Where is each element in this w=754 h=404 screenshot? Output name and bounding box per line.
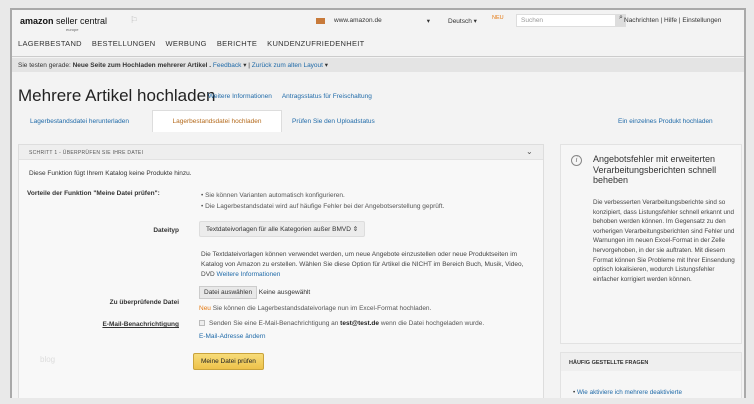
main-nav: LAGERBESTAND BESTELLUNGEN WERBUNG BERICH… (18, 39, 365, 48)
email-label: E-Mail-Benachrichtigung (102, 321, 179, 328)
tab-upload-status[interactable]: Prüfen Sie den Uploadstatus (292, 118, 375, 125)
marketplace-select[interactable]: www.amazon.de ▾ (332, 15, 432, 26)
new-note: Neu Sie können die Lagerbestandsdateivor… (199, 305, 431, 312)
info-title: Angebotsfehler mit erweiterten Verarbeit… (593, 154, 717, 185)
test-page: Neue Seite zum Hochladen mehrerer Artike… (72, 62, 212, 69)
logo[interactable]: amazon seller central europe (20, 16, 107, 32)
info-icon: i (571, 155, 582, 166)
nav-performance[interactable]: KUNDENZUFRIEDENHEIT (267, 39, 364, 48)
info-box: i Angebotsfehler mit erweiterten Verarbe… (560, 144, 742, 344)
new-note-text: Sie können die Lagerbestandsdateivorlage… (212, 305, 432, 312)
email-text1: Senden Sie eine E-Mail-Benachrichtigung … (209, 320, 339, 327)
step-panel: SCHRITT 1 - ÜBERPRÜFEN SIE IHRE DATEI ⌄ D… (18, 144, 544, 398)
faq-item[interactable]: • Wie aktiviere ich mehrere deaktivierte (573, 389, 682, 396)
flag-icon[interactable]: ⚐ (130, 15, 138, 26)
chevron-down-icon[interactable]: ⌄ (526, 147, 533, 156)
title-links: Weitere Informationen Antragsstatus für … (208, 93, 372, 100)
single-product-link[interactable]: Ein einzelnes Produkt hochladen (618, 118, 713, 125)
approval-status-link[interactable]: Antragsstatus für Freischaltung (282, 93, 372, 100)
settings-link[interactable]: Einstellungen (682, 17, 721, 24)
benefits-label: Vorteile der Funktion "Meine Datei prüfe… (27, 190, 160, 197)
top-links: Nachrichten | Hilfe | Einstellungen (624, 17, 722, 24)
filetype-label: Dateityp (153, 227, 179, 234)
check-file-button[interactable]: Meine Datei prüfen (193, 353, 264, 370)
file-none: Keine ausgewählt (258, 289, 311, 296)
tab-download-inventory[interactable]: Lagerbestandsdatei herunterladen (30, 118, 129, 125)
email-text2: wenn die Datei hochgeladen wurde. (380, 320, 485, 327)
tab-upload-inventory[interactable]: Lagerbestandsdatei hochladen (152, 110, 282, 132)
more-info-link[interactable]: Weitere Informationen (217, 271, 281, 278)
language-select[interactable]: Deutsch ▾ (446, 15, 490, 26)
benefit-text: Sie können Varianten automatisch konfigu… (205, 192, 345, 199)
change-email-link[interactable]: E-Mail-Adresse ändern (199, 333, 265, 340)
step-header[interactable]: SCHRITT 1 - ÜBERPRÜFEN SIE IHRE DATEI ⌄ (19, 145, 543, 160)
marketplace-value: www.amazon.de (334, 17, 382, 24)
faq-box: HÄUFIG GESTELLTE FRAGEN • Wie aktiviere … (560, 352, 742, 398)
nav-reports[interactable]: BERICHTE (217, 39, 257, 48)
intro-text: Diese Funktion fügt Ihrem Katalog keine … (29, 170, 192, 177)
faq-title: HÄUFIG GESTELLTE FRAGEN (561, 353, 741, 371)
benefit-item: • Die Lagerbestandsdatei wird auf häufig… (201, 203, 445, 210)
info-text: Die verbesserten Verarbeitungsberichte s… (593, 199, 735, 283)
email-checkbox[interactable] (199, 320, 205, 327)
divider (12, 56, 744, 57)
choose-file-button[interactable]: Datei auswählen (199, 286, 258, 299)
filetype-value: Textdateivorlagen für alle Kategorien au… (206, 226, 351, 233)
test-prefix: Sie testen gerade: (18, 62, 71, 69)
watermark: blog (40, 355, 56, 364)
feedback-link[interactable]: Feedback (213, 62, 242, 69)
page-frame: amazon seller central europe ⚐ www.amazon… (10, 8, 746, 398)
benefits-list: • Sie können Varianten automatisch konfi… (201, 190, 444, 212)
page-title: Mehrere Artikel hochladen (18, 86, 216, 105)
nav-advertising[interactable]: WERBUNG (166, 39, 207, 48)
new-label: Neu (199, 305, 211, 312)
nav-orders[interactable]: BESTELLUNGEN (92, 39, 156, 48)
test-banner: Sie testen gerade: Neue Seite zum Hochla… (12, 58, 744, 72)
logo-sub: europe (66, 27, 79, 32)
new-badge: NEU (492, 15, 504, 21)
help-link[interactable]: Hilfe (664, 17, 677, 24)
email-address: test@test.de (340, 320, 380, 327)
file-label: Zu überprüfende Datei (109, 299, 179, 306)
file-picker: Datei auswählen Keine ausgewählt (199, 286, 311, 299)
messages-link[interactable]: Nachrichten (624, 17, 659, 24)
more-info-link[interactable]: Weitere Informationen (208, 93, 272, 100)
language-value: Deutsch (448, 18, 472, 25)
benefit-item: • Sie können Varianten automatisch konfi… (201, 192, 345, 199)
email-option: Senden Sie eine E-Mail-Benachrichtigung … (199, 320, 484, 327)
benefit-text: Die Lagerbestandsdatei wird auf häufige … (205, 203, 445, 210)
nav-inventory[interactable]: LAGERBESTAND (18, 39, 82, 48)
marketplace-flag-icon (316, 18, 325, 24)
old-layout-link[interactable]: Zurück zum alten Layout (252, 62, 323, 69)
search-input[interactable]: Suchen (516, 14, 616, 27)
step-title: SCHRITT 1 - ÜBERPRÜFEN SIE IHRE DATEI (29, 150, 144, 156)
filetype-select[interactable]: Textdateivorlagen für alle Kategorien au… (199, 221, 366, 237)
filetype-description: Die Textdateivorlagen können verwendet w… (201, 250, 531, 280)
faq-link[interactable]: Wie aktiviere ich mehrere deaktivierte (577, 389, 682, 396)
